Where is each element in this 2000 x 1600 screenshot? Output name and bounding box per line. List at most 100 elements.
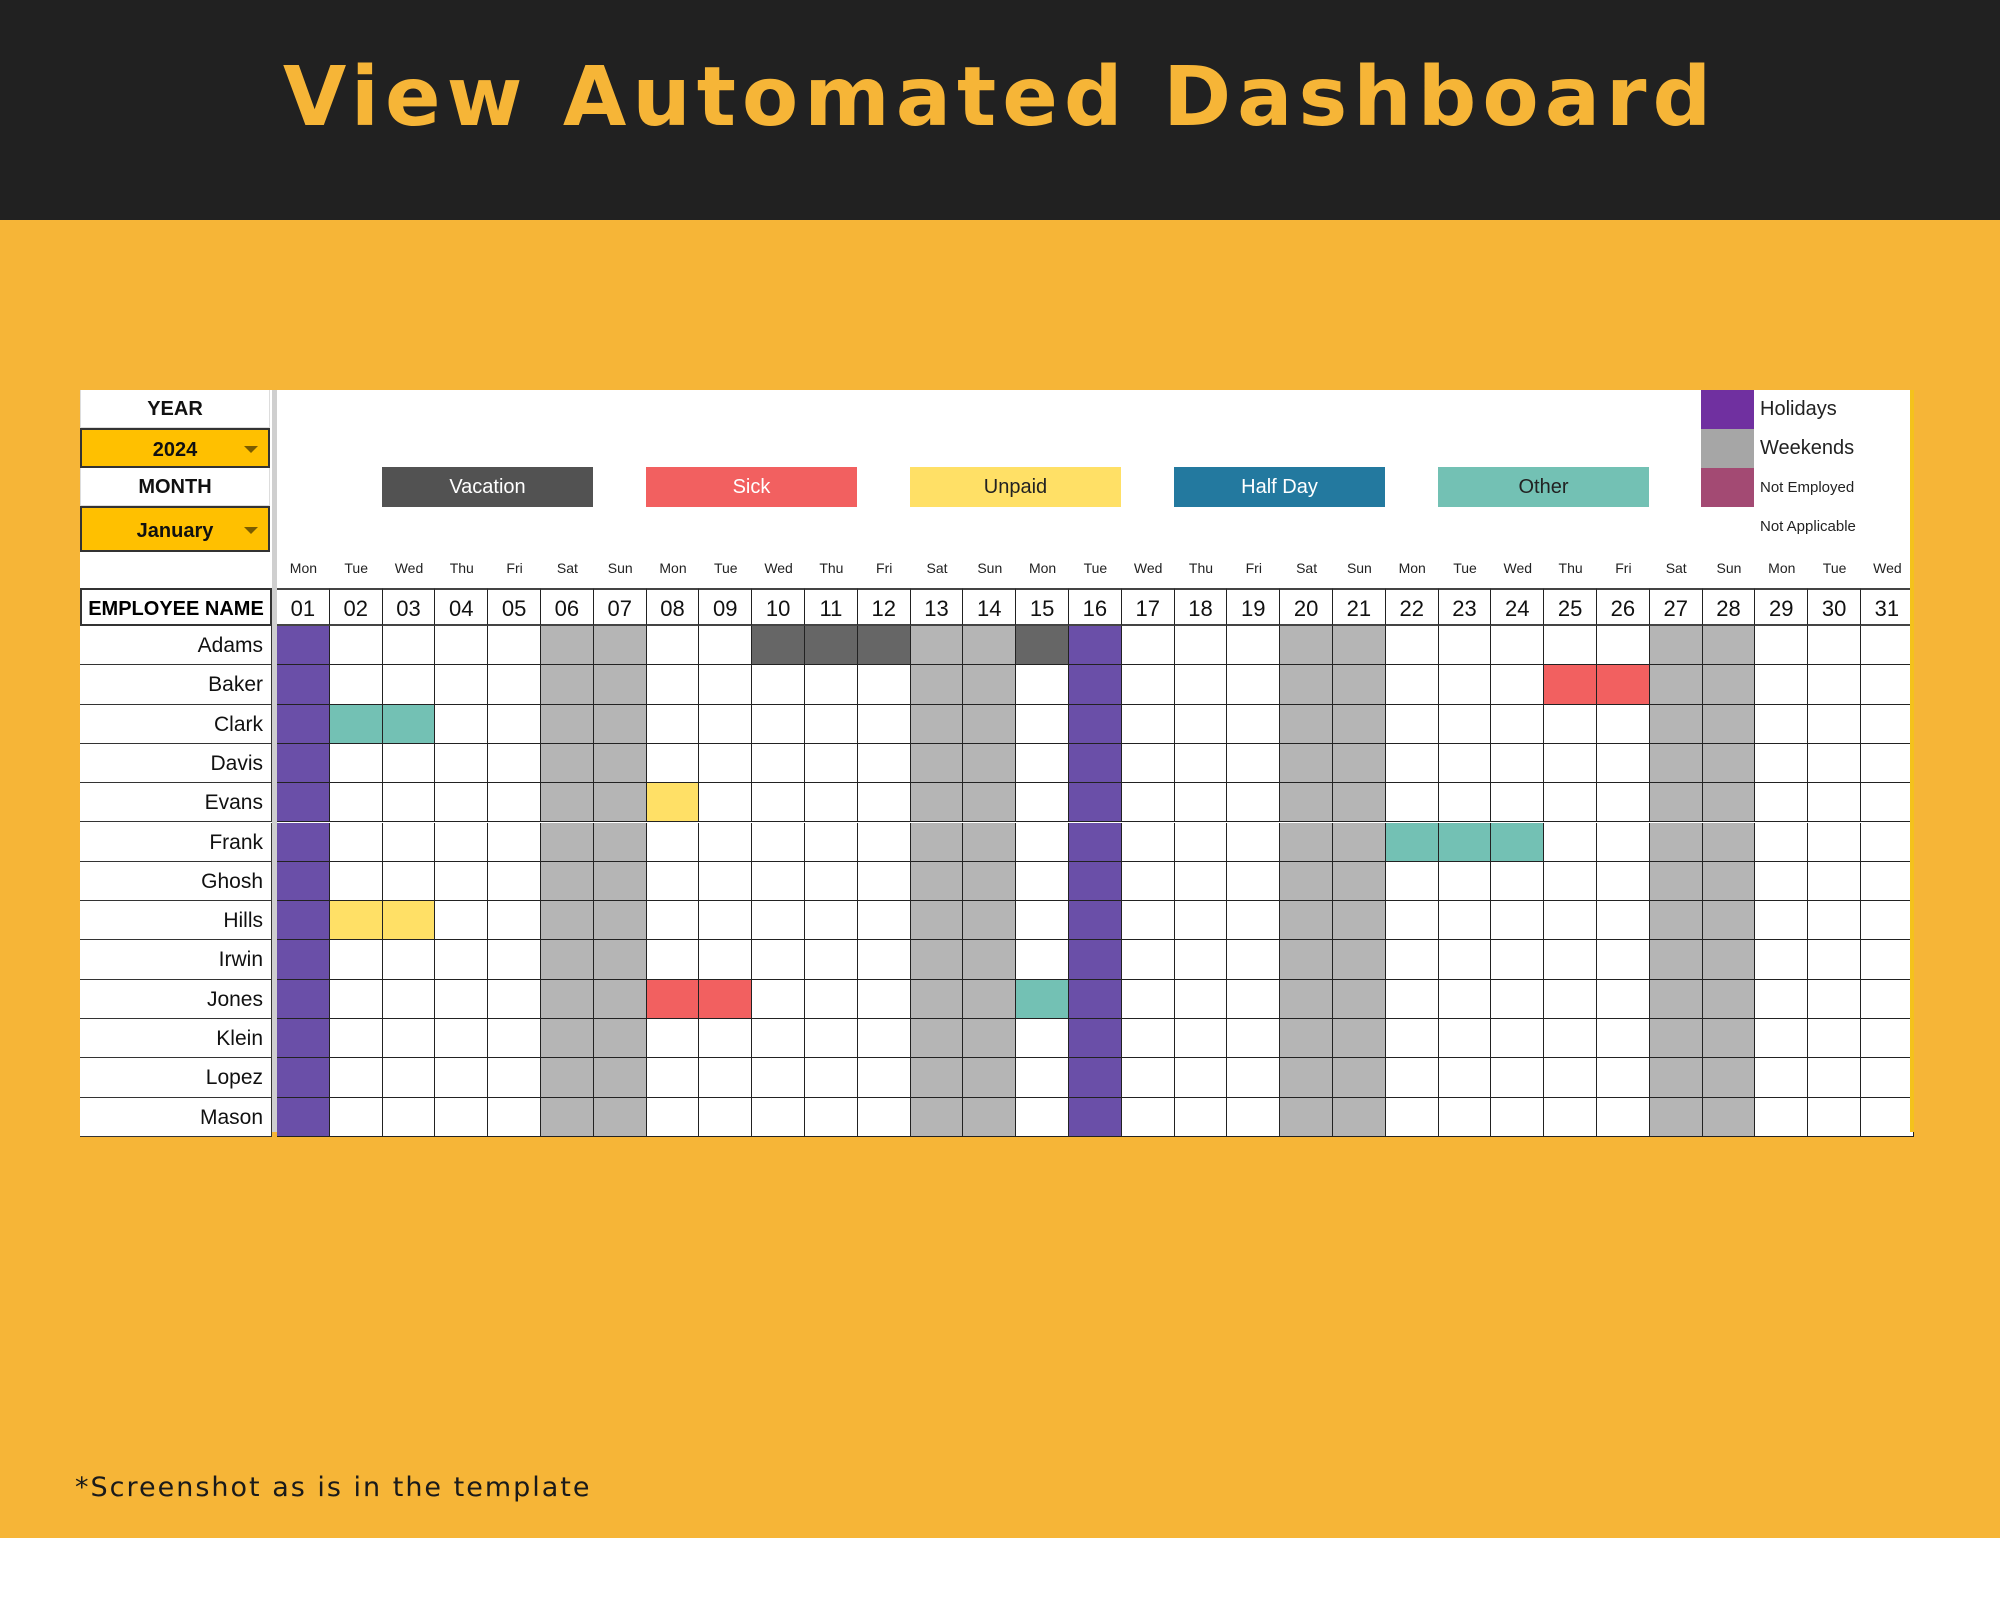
day-cell[interactable] [1016, 1019, 1069, 1059]
day-cell[interactable] [1755, 783, 1809, 823]
day-cell-weekend[interactable] [1702, 1058, 1756, 1098]
day-cell[interactable] [752, 901, 805, 941]
day-cell[interactable] [1016, 704, 1069, 744]
day-cell[interactable] [752, 783, 805, 823]
day-cell-weekend[interactable] [963, 1019, 1017, 1059]
day-cell[interactable] [1121, 1019, 1175, 1059]
day-cell[interactable] [1385, 901, 1439, 941]
day-cell[interactable] [1438, 940, 1492, 980]
day-cell[interactable] [1227, 743, 1281, 784]
day-cell[interactable] [1016, 901, 1069, 941]
day-cell[interactable] [857, 1019, 911, 1059]
day-cell[interactable] [1174, 861, 1228, 902]
day-cell[interactable] [857, 940, 911, 980]
day-cell-holiday[interactable] [1069, 1058, 1122, 1098]
day-cell[interactable] [1385, 979, 1439, 1019]
day-cell[interactable] [1808, 1019, 1861, 1059]
day-cell[interactable] [1808, 665, 1861, 705]
day-cell-weekend[interactable] [593, 1097, 647, 1137]
day-cell[interactable] [1755, 979, 1809, 1019]
day-cell-weekend[interactable] [541, 1097, 594, 1137]
day-cell[interactable] [1016, 822, 1069, 862]
day-cell-holiday[interactable] [277, 901, 330, 941]
day-cell[interactable] [805, 743, 858, 784]
day-cell[interactable] [1121, 940, 1175, 980]
day-cell-other[interactable] [1438, 822, 1492, 862]
day-cell[interactable] [329, 783, 383, 823]
day-cell-weekend[interactable] [1649, 704, 1703, 744]
day-cell-weekend[interactable] [1280, 1058, 1333, 1098]
day-cell[interactable] [1385, 1058, 1439, 1098]
day-cell[interactable] [1861, 704, 1914, 744]
day-cell-weekend[interactable] [963, 743, 1017, 784]
day-cell-weekend[interactable] [1649, 1019, 1703, 1059]
day-cell-weekend[interactable] [963, 626, 1017, 666]
day-cell-weekend[interactable] [593, 626, 647, 666]
day-cell-holiday[interactable] [277, 1058, 330, 1098]
day-cell-weekend[interactable] [1649, 979, 1703, 1019]
day-cell-holiday[interactable] [1069, 1019, 1122, 1059]
day-cell[interactable] [1121, 626, 1175, 666]
day-cell-holiday[interactable] [277, 626, 330, 666]
day-cell[interactable] [1174, 626, 1228, 666]
day-cell-weekend[interactable] [910, 704, 964, 744]
day-cell[interactable] [1544, 1058, 1597, 1098]
day-cell[interactable] [1227, 626, 1281, 666]
day-cell-weekend[interactable] [1649, 626, 1703, 666]
day-cell-holiday[interactable] [277, 665, 330, 705]
day-cell[interactable] [1174, 901, 1228, 941]
day-cell[interactable] [435, 783, 489, 823]
day-cell-weekend[interactable] [910, 1019, 964, 1059]
day-cell-weekend[interactable] [1280, 1097, 1333, 1137]
day-cell[interactable] [1438, 783, 1492, 823]
day-cell-weekend[interactable] [1702, 665, 1756, 705]
day-cell[interactable] [1755, 626, 1809, 666]
day-cell[interactable] [1861, 901, 1914, 941]
day-cell[interactable] [805, 783, 858, 823]
day-cell-weekend[interactable] [1333, 901, 1386, 941]
day-cell[interactable] [1861, 979, 1914, 1019]
day-cell[interactable] [1755, 704, 1809, 744]
day-cell[interactable] [1385, 1097, 1439, 1137]
day-cell[interactable] [488, 626, 541, 666]
day-cell[interactable] [1174, 822, 1228, 862]
day-cell[interactable] [1491, 861, 1545, 902]
day-cell-sick[interactable] [699, 979, 753, 1019]
day-cell-weekend[interactable] [1280, 822, 1333, 862]
day-cell[interactable] [1755, 743, 1809, 784]
day-cell[interactable] [752, 861, 805, 902]
day-cell[interactable] [752, 743, 805, 784]
day-cell[interactable] [646, 822, 700, 862]
day-cell[interactable] [435, 901, 489, 941]
day-cell[interactable] [1544, 626, 1597, 666]
day-cell-weekend[interactable] [910, 979, 964, 1019]
day-cell-weekend[interactable] [1649, 665, 1703, 705]
day-cell-weekend[interactable] [1333, 704, 1386, 744]
day-cell[interactable] [1544, 1019, 1597, 1059]
day-cell-weekend[interactable] [1649, 940, 1703, 980]
day-cell-weekend[interactable] [1702, 1097, 1756, 1137]
day-cell[interactable] [1121, 704, 1175, 744]
day-cell-other[interactable] [1016, 979, 1069, 1019]
day-cell[interactable] [805, 861, 858, 902]
day-cell[interactable] [435, 665, 489, 705]
day-cell[interactable] [1544, 901, 1597, 941]
day-cell[interactable] [1016, 743, 1069, 784]
day-cell[interactable] [1227, 1097, 1281, 1137]
day-cell[interactable] [382, 1097, 436, 1137]
day-cell[interactable] [1597, 861, 1650, 902]
day-cell[interactable] [1755, 1058, 1809, 1098]
day-cell-holiday[interactable] [277, 783, 330, 823]
day-cell[interactable] [1597, 901, 1650, 941]
day-cell[interactable] [488, 1097, 541, 1137]
day-cell[interactable] [1861, 1058, 1914, 1098]
day-cell[interactable] [1491, 1019, 1545, 1059]
day-cell[interactable] [1227, 979, 1281, 1019]
day-cell[interactable] [699, 783, 753, 823]
day-cell[interactable] [752, 940, 805, 980]
day-cell-weekend[interactable] [541, 1019, 594, 1059]
day-cell[interactable] [1597, 1097, 1650, 1137]
day-cell[interactable] [1491, 626, 1545, 666]
day-cell[interactable] [1597, 979, 1650, 1019]
day-cell-weekend[interactable] [963, 1097, 1017, 1137]
